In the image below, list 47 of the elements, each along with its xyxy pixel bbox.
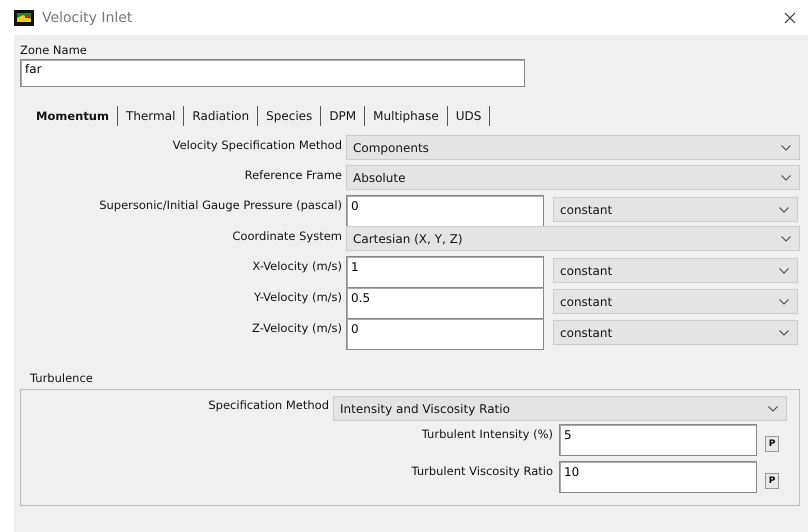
field-label: Z-Velocity (m/s) [251,320,342,335]
dropdown[interactable]: constant [553,289,798,314]
value-field[interactable]: 0 [346,195,544,227]
chevron-icon [781,174,791,180]
chevron-icon [779,268,789,274]
tab[interactable]: Radiation [186,109,256,123]
zone-name-label: Zone Name [20,43,88,59]
field-label: Specification Method [207,397,329,412]
dropdown[interactable]: constant [553,197,798,222]
chevron-icon [781,236,791,242]
value-field[interactable]: 5 [559,424,757,456]
value-field[interactable]: 10 [559,461,757,493]
tab[interactable]: UDS [450,109,488,123]
value-field[interactable]: 0 [346,318,544,350]
field-label: Turbulent Intensity (%) [420,426,553,441]
chevron-icon [781,144,791,150]
field-label: Supersonic/Initial Gauge Pressure (pascal) [98,197,342,212]
tab[interactable]: DPM [323,109,362,123]
chevron-icon [779,298,789,304]
dropdown[interactable]: Absolute [346,165,800,190]
chevron-icon [768,406,778,412]
field-label: Turbulent Viscosity Ratio [410,463,553,478]
zone-name-field[interactable]: far [20,59,525,87]
dropdown[interactable]: Components [346,135,800,160]
dropdown[interactable]: constant [553,258,798,283]
dropdown[interactable]: Cartesian (X, Y, Z) [346,226,800,251]
app-icon [14,10,34,26]
field-label: Coordinate System [231,228,342,243]
section-title: Turbulence [30,371,94,385]
field-label: Y-Velocity (m/s) [253,289,342,304]
chevron-icon [779,206,789,212]
window-title: Velocity Inlet [42,10,132,26]
tab[interactable]: Momentum [30,109,115,123]
chevron-icon [779,330,789,336]
field-label: Velocity Specification Method [172,137,342,152]
close-icon[interactable] [784,12,796,24]
field-label: Reference Frame [244,167,342,182]
parameter-button[interactable]: P [765,436,779,452]
tab[interactable]: Thermal [120,109,182,123]
value-field[interactable]: 0.5 [346,287,544,319]
field-label: X-Velocity (m/s) [251,258,342,273]
tab[interactable]: Species [260,109,318,123]
dropdown[interactable]: constant [553,320,798,345]
parameter-button[interactable]: P [765,473,779,489]
tab[interactable]: Multiphase [367,109,445,123]
dropdown[interactable]: Intensity and Viscosity Ratio [333,396,787,421]
value-field[interactable]: 1 [346,256,544,288]
